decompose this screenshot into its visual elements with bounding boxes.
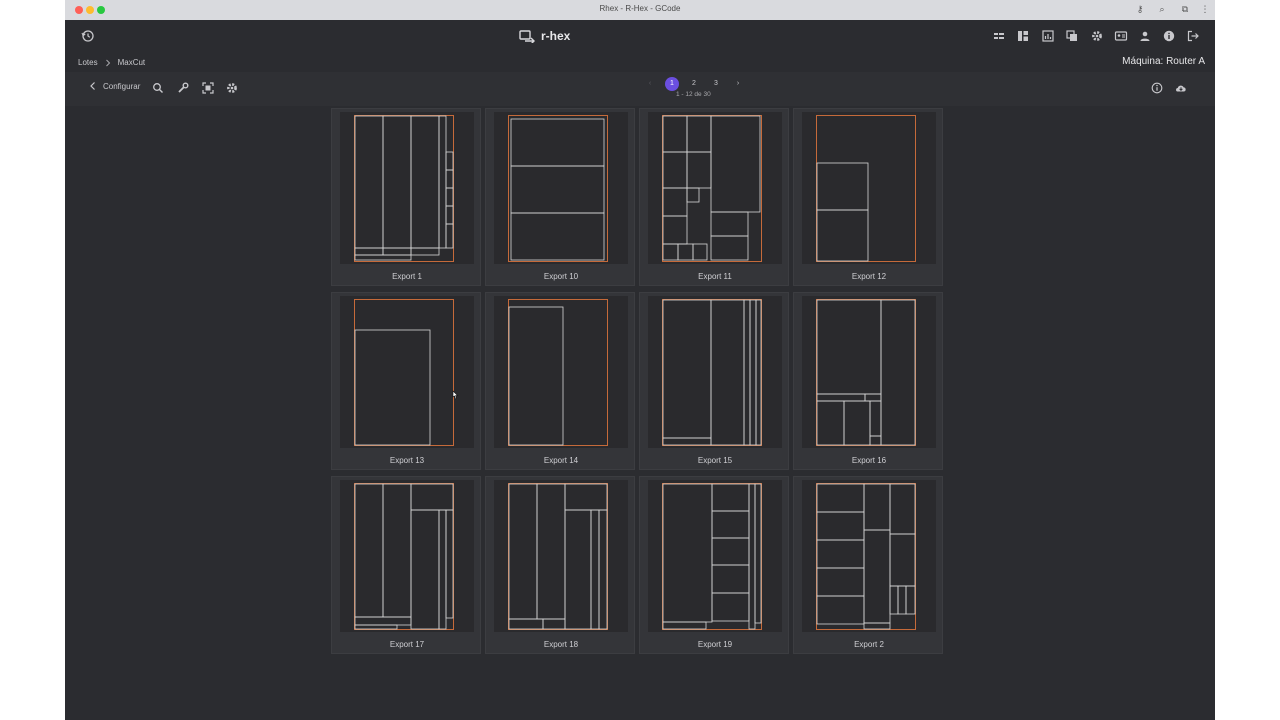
brand-name: r-hex	[541, 29, 571, 43]
cut-layout-thumbnail	[648, 480, 782, 632]
cloud-download-icon[interactable]	[1174, 81, 1188, 95]
export-card[interactable]: Export 16	[793, 292, 943, 470]
app-header: r-hex	[65, 20, 1215, 52]
more-menu-icon[interactable]: ⋮	[1198, 3, 1212, 17]
wrench-icon[interactable]	[176, 81, 190, 95]
export-card[interactable]: Export 12	[793, 108, 943, 286]
breadcrumb-item-lotes[interactable]: Lotes	[78, 58, 98, 67]
page-3-button[interactable]: 3	[709, 77, 723, 91]
chevron-left-icon	[89, 81, 97, 91]
info-outline-icon[interactable]	[1150, 81, 1164, 95]
id-card-icon[interactable]	[1114, 29, 1128, 43]
export-card[interactable]: Export 15	[639, 292, 789, 470]
export-name: Export 10	[543, 272, 579, 281]
chart-icon[interactable]	[1041, 29, 1055, 43]
settings-gear-icon[interactable]	[1090, 29, 1104, 43]
cut-layout-thumbnail	[802, 112, 936, 264]
cut-layout-thumbnail	[802, 296, 936, 448]
export-card[interactable]: Export 17	[331, 476, 481, 654]
cut-layout-thumbnail	[648, 296, 782, 448]
breadcrumb: Lotes MaxCut	[78, 58, 145, 67]
export-card[interactable]: Export 2	[793, 476, 943, 654]
back-button[interactable]: Configurar	[89, 81, 140, 91]
breadcrumb-item-maxcut[interactable]: MaxCut	[118, 58, 146, 67]
next-page-icon[interactable]: ›	[731, 77, 745, 91]
cut-layout-thumbnail	[340, 480, 474, 632]
history-icon[interactable]	[81, 29, 95, 43]
brand-logo-icon	[519, 29, 535, 43]
chevron-right-icon	[105, 59, 111, 67]
brand: r-hex	[519, 26, 570, 46]
export-card[interactable]: Export 18	[485, 476, 635, 654]
export-name: Export 16	[851, 456, 887, 465]
logout-icon[interactable]	[1186, 29, 1200, 43]
export-card[interactable]: Export 14	[485, 292, 635, 470]
export-name: Export 2	[854, 640, 884, 649]
export-grid: Export 1 Export 10 Export 11 Export 12 E…	[65, 106, 1215, 720]
export-card[interactable]: Export 19	[639, 476, 789, 654]
export-name: Export 12	[851, 272, 887, 281]
title-bar: Rhex - R-Hex - GCode ⚷ ⌕ ⧉ ⋮	[65, 0, 1215, 20]
info-icon[interactable]	[1162, 29, 1176, 43]
export-name: Export 18	[543, 640, 579, 649]
export-card[interactable]: Export 1	[331, 108, 481, 286]
mouse-cursor-icon	[451, 390, 459, 400]
machine-label: Máquina: Router A	[1122, 56, 1205, 67]
export-name: Export 15	[697, 456, 733, 465]
fit-screen-icon[interactable]	[201, 81, 215, 95]
export-card[interactable]: Export 13	[331, 292, 481, 470]
extensions-icon[interactable]: ⧉	[1178, 3, 1192, 17]
pagination: ‹ 1 2 3 › 1 - 12 de 30	[645, 75, 745, 103]
export-name: Export 14	[543, 456, 579, 465]
app-window: Rhex - R-Hex - GCode ⚷ ⌕ ⧉ ⋮ r-hex Lotes…	[65, 0, 1215, 720]
breadcrumb-bar: Lotes MaxCut Máquina: Router A	[65, 52, 1215, 72]
cut-layout-thumbnail	[494, 112, 628, 264]
dashboard-icon[interactable]	[1016, 29, 1030, 43]
cut-layout-thumbnail	[648, 112, 782, 264]
cut-layout-thumbnail	[494, 296, 628, 448]
screen: Rhex - R-Hex - GCode ⚷ ⌕ ⧉ ⋮ r-hex Lotes…	[0, 0, 1280, 720]
export-name: Export 11	[698, 272, 732, 281]
cut-layout-thumbnail	[340, 296, 474, 448]
prev-page-icon[interactable]: ‹	[643, 77, 657, 91]
back-button-label: Configurar	[103, 81, 141, 91]
page-range: 1 - 12 de 30	[676, 91, 711, 98]
cut-layout-thumbnail	[494, 480, 628, 632]
zoom-icon[interactable]: ⌕	[1155, 3, 1169, 17]
export-name: Export 19	[697, 640, 733, 649]
view-toggle-icon[interactable]	[992, 29, 1006, 43]
export-name: Export 13	[389, 456, 425, 465]
cut-layout-thumbnail	[802, 480, 936, 632]
cut-layout-thumbnail	[340, 112, 474, 264]
export-card[interactable]: Export 11	[639, 108, 789, 286]
copy-icon[interactable]	[1065, 29, 1079, 43]
settings-icon[interactable]	[225, 81, 239, 95]
search-icon[interactable]	[151, 81, 165, 95]
export-name: Export 1	[392, 272, 422, 281]
key-icon[interactable]: ⚷	[1133, 3, 1147, 17]
page-2-button[interactable]: 2	[687, 77, 701, 91]
page-1-button[interactable]: 1	[665, 77, 679, 91]
user-icon[interactable]	[1138, 29, 1152, 43]
export-name: Export 17	[389, 640, 425, 649]
toolbar: Configurar ‹ 1 2 3 › 1 - 12 de 30	[65, 72, 1215, 106]
window-title: Rhex - R-Hex - GCode	[599, 4, 681, 13]
export-card[interactable]: Export 10	[485, 108, 635, 286]
